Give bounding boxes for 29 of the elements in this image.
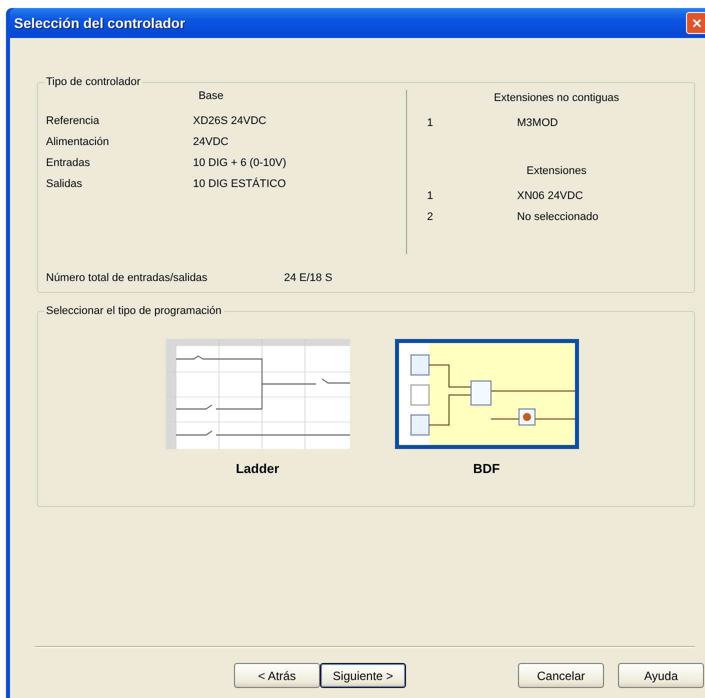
column-heading: Extensiones (526, 164, 588, 179)
field-value: XD26S 24VDC (193, 114, 266, 126)
field-label: Alimentación (46, 136, 110, 148)
group-title: Tipo de controlador (45, 76, 142, 88)
extension-value: No seleccionado (517, 210, 598, 222)
item-number: 2 (427, 210, 434, 222)
extension-value: XN06 24VDC (517, 190, 584, 202)
dialog-button[interactable]: Ayuda (618, 663, 704, 688)
column-heading: Base (197, 89, 225, 104)
close-button[interactable]: ✕ (686, 12, 705, 34)
field-value: 24VDC (193, 136, 228, 148)
field-label: Entradas (46, 156, 92, 168)
dialog-button[interactable]: < Atrás (234, 663, 320, 688)
option-label: Ladder (236, 461, 280, 476)
extension-value: M3MOD (517, 116, 558, 128)
group-title: Seleccionar el tipo de programación (45, 305, 222, 317)
item-number: 1 (427, 116, 434, 128)
dialog-button[interactable]: Cancelar (518, 663, 604, 688)
item-number: 1 (427, 190, 434, 202)
total-label: Número total de entradas/salidas (46, 272, 208, 284)
option-label: BDF (473, 461, 500, 476)
total-value: 24 E/18 S (284, 272, 332, 284)
field-value: 10 DIG ESTÁTICO (193, 178, 286, 190)
window-title: Selección del controlador (14, 15, 186, 31)
field-label: Referencia (46, 114, 100, 126)
dialog-button[interactable]: Siguiente > (320, 663, 406, 688)
column-heading: Extensiones no contiguas (492, 91, 620, 106)
field-label: Salidas (46, 178, 84, 190)
field-value: 10 DIG + 6 (0-10V) (193, 156, 286, 168)
